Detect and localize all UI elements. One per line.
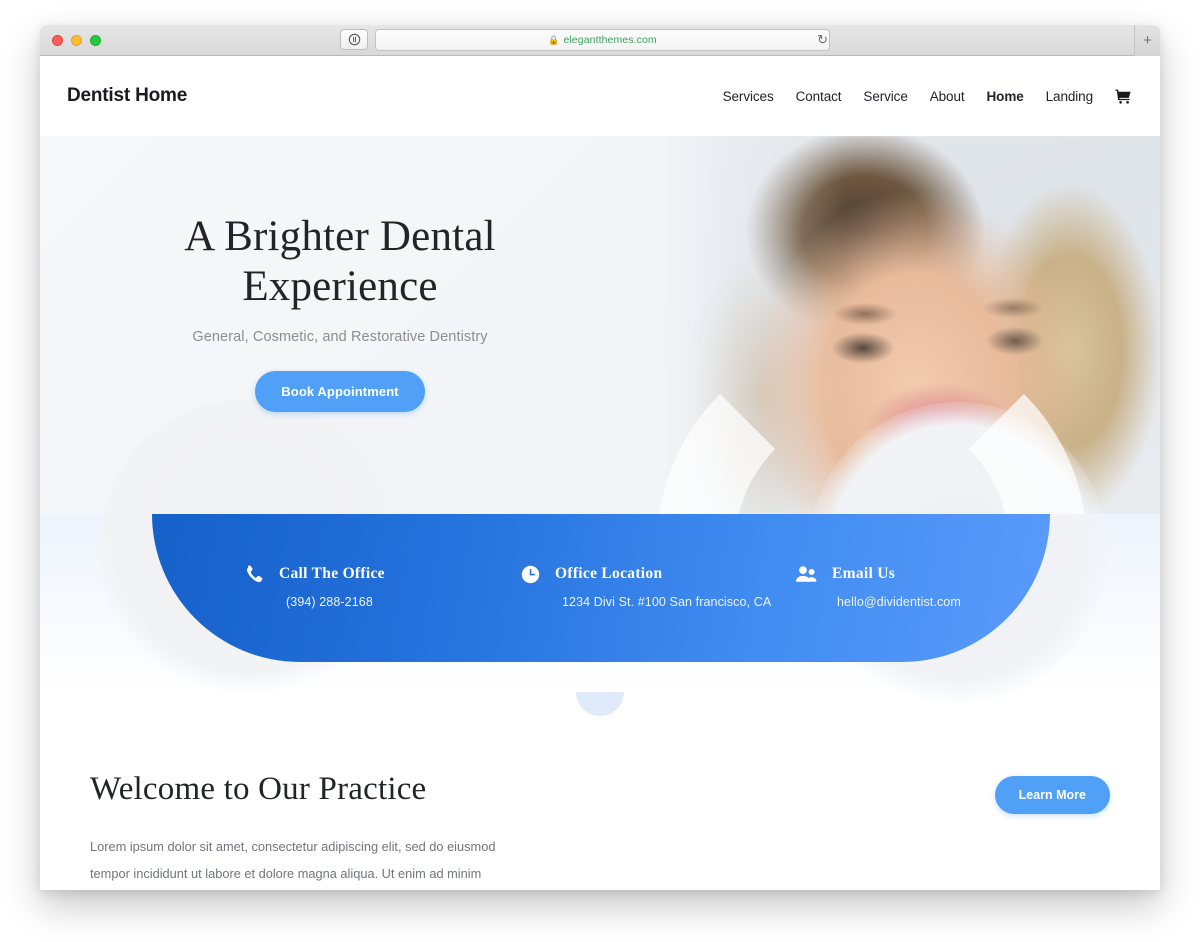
info-value-email: hello@dividentist.com: [837, 594, 961, 609]
nav-item-service[interactable]: Service: [863, 89, 907, 104]
address-bar[interactable]: 🔒 elegantthemes.com: [375, 29, 830, 51]
zoom-window-button[interactable]: [90, 35, 101, 46]
info-title-email: Email Us: [832, 565, 896, 582]
shopping-cart-icon[interactable]: [1115, 89, 1132, 104]
info-title-location: Office Location: [555, 565, 663, 582]
info-item-call: Call The Office (394) 288-2168: [244, 564, 385, 609]
desktop-canvas: 🔒 elegantthemes.com ↻ + Dentist Home Ser…: [0, 0, 1200, 942]
close-window-button[interactable]: [52, 35, 63, 46]
nav-item-about[interactable]: About: [930, 89, 965, 104]
book-appointment-button[interactable]: Book Appointment: [255, 370, 425, 412]
decorative-half-circle: [576, 692, 624, 716]
phone-icon: [244, 564, 265, 585]
hero-title-line-2: Experience: [242, 262, 438, 310]
nav-item-landing[interactable]: Landing: [1046, 89, 1093, 104]
welcome-body: Lorem ipsum dolor sit amet, consectetur …: [90, 834, 522, 890]
nav-item-home[interactable]: Home: [987, 89, 1024, 104]
browser-toolbar: 🔒 elegantthemes.com ↻ +: [40, 25, 1160, 56]
url-text: elegantthemes.com: [563, 34, 657, 46]
people-glyph: [795, 565, 817, 582]
info-item-email: Email Us hello@dividentist.com: [795, 564, 961, 609]
nav-item-services[interactable]: Services: [723, 89, 774, 104]
window-controls: [52, 35, 101, 46]
info-item-header: Office Location: [520, 564, 771, 585]
page-viewport: Dentist Home Services Contact Service Ab…: [40, 56, 1160, 890]
clock-glyph: [521, 565, 540, 583]
hero-title: A Brighter Dental Experience: [40, 212, 640, 312]
reload-icon[interactable]: ↻: [817, 33, 828, 46]
people-icon: [795, 564, 818, 585]
learn-more-button[interactable]: Learn More: [994, 776, 1110, 814]
nav-item-contact[interactable]: Contact: [796, 89, 842, 104]
main-navigation: Services Contact Service About Home Land…: [723, 89, 1132, 104]
welcome-section: Welcome to Our Practice Learn More Lorem…: [40, 734, 1160, 890]
hero-copy: A Brighter Dental Experience General, Co…: [40, 136, 640, 412]
site-header: Dentist Home Services Contact Service Ab…: [40, 56, 1160, 136]
clock-icon: [520, 564, 541, 585]
browser-window: 🔒 elegantthemes.com ↻ + Dentist Home Ser…: [40, 25, 1160, 890]
privacy-report-button[interactable]: [340, 29, 368, 50]
minimize-window-button[interactable]: [71, 35, 82, 46]
info-value-phone: (394) 288-2168: [286, 594, 373, 609]
new-tab-button[interactable]: +: [1134, 25, 1160, 56]
hero-subtitle: General, Cosmetic, and Restorative Denti…: [192, 328, 488, 345]
info-item-header: Call The Office: [244, 564, 385, 585]
info-band: Call The Office (394) 288-2168 Office Lo…: [152, 513, 1050, 662]
lock-icon: 🔒: [548, 34, 560, 45]
info-title-call: Call The Office: [279, 565, 385, 582]
address-bar-content: 🔒 elegantthemes.com: [548, 34, 657, 46]
shield-circle-icon: [348, 33, 360, 46]
phone-glyph: [246, 564, 263, 582]
info-value-address: 1234 Divi St. #100 San francisco, CA: [562, 594, 772, 609]
hero-title-line-1: A Brighter Dental: [184, 213, 496, 260]
info-band-section: Call The Office (394) 288-2168 Office Lo…: [40, 399, 1160, 734]
welcome-header-row: Welcome to Our Practice Learn More: [90, 770, 1110, 814]
info-item-header: Email Us: [795, 564, 961, 585]
info-item-location: Office Location 1234 Divi St. #100 San f…: [520, 564, 771, 609]
site-logo[interactable]: Dentist Home: [67, 85, 187, 107]
cart-glyph: [1115, 89, 1131, 104]
welcome-title: Welcome to Our Practice: [90, 771, 427, 807]
